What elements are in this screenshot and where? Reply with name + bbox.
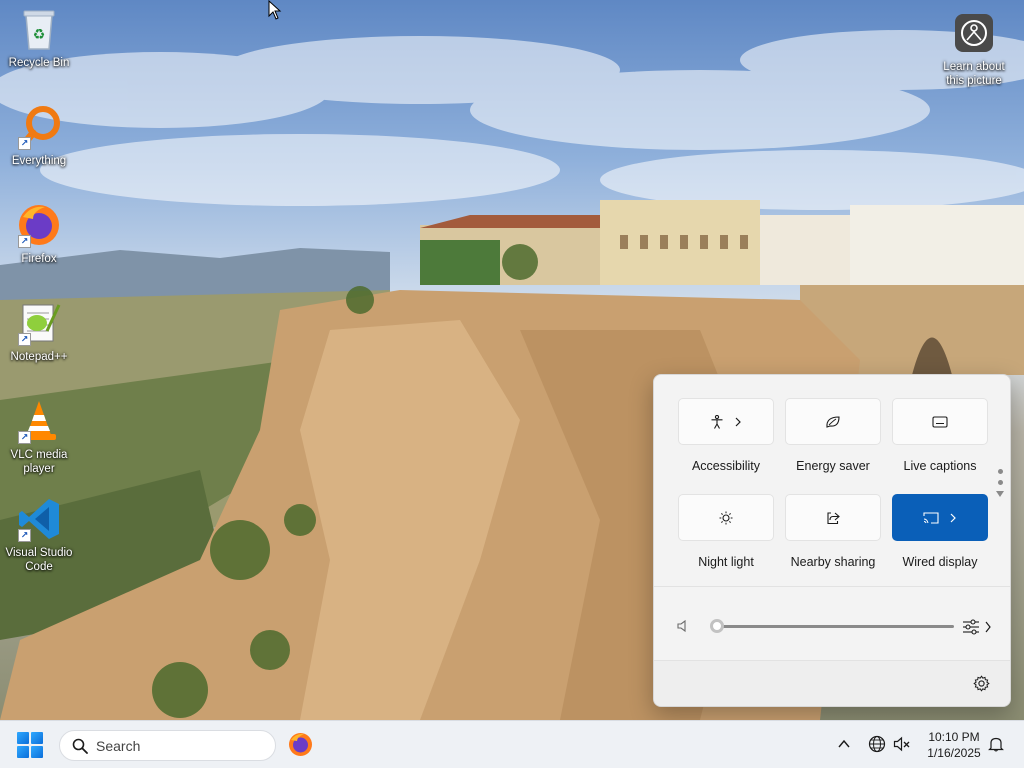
- start-button[interactable]: [17, 732, 45, 760]
- tile-accessibility-group: Accessibility: [678, 398, 774, 478]
- energy-saver-leaf-icon: [826, 415, 840, 428]
- notepad-plus-plus-icon: ↗: [16, 300, 62, 346]
- recycle-bin-icon: ♻: [16, 6, 62, 52]
- panel-divider: [654, 586, 1010, 587]
- chevron-right-icon[interactable]: [984, 621, 992, 633]
- windows-logo-icon: [17, 746, 29, 758]
- taskbar-clock[interactable]: 10:10 PM 1/16/2025: [916, 729, 992, 761]
- tile-wired-display[interactable]: [892, 494, 988, 541]
- windows-logo-icon: [31, 746, 43, 758]
- tile-nearby-sharing-group: Nearby sharing: [785, 494, 881, 574]
- clock-time: 10:10 PM: [928, 730, 980, 744]
- tile-label: Nearby sharing: [790, 555, 876, 569]
- desktop-icon-learn-about-picture[interactable]: Learn about this picture: [936, 10, 1012, 88]
- clock-date: 1/16/2025: [927, 746, 981, 760]
- desktop-icon-vlc[interactable]: ↗ VLC media player: [1, 398, 77, 476]
- chevron-right-icon[interactable]: [734, 417, 742, 427]
- tile-label: Live captions: [903, 459, 977, 473]
- desktop-icon-label: Recycle Bin: [8, 57, 70, 69]
- shortcut-arrow-icon: ↗: [18, 529, 31, 542]
- page-down-arrow-icon[interactable]: [996, 491, 1004, 497]
- desktop-icon-vscode[interactable]: ↗ Visual Studio Code: [1, 496, 77, 574]
- shortcut-arrow-icon: ↗: [18, 235, 31, 248]
- tile-night-light[interactable]: [678, 494, 774, 541]
- volume-muted-tray-icon[interactable]: [893, 735, 911, 753]
- page-dot[interactable]: [997, 469, 1003, 474]
- captions-icon: [932, 415, 948, 428]
- shortcut-arrow-icon: ↗: [18, 137, 31, 150]
- desktop-icon-label: VLC media player: [10, 449, 68, 475]
- desktop-icon-everything[interactable]: ↗ Everything: [1, 104, 77, 168]
- speaker-muted-icon[interactable]: [676, 619, 690, 633]
- tile-night-light-group: Night light: [678, 494, 774, 574]
- search-placeholder: Search: [96, 737, 141, 754]
- tile-label: Accessibility: [691, 459, 761, 473]
- tile-label: Energy saver: [796, 459, 870, 473]
- desktop-icon-firefox[interactable]: ↗ Firefox: [1, 202, 77, 266]
- volume-slider-thumb[interactable]: [710, 619, 724, 633]
- mouse-cursor-icon: [268, 0, 282, 20]
- footer-divider: [654, 660, 1010, 661]
- tile-energy-saver[interactable]: [785, 398, 881, 445]
- chevron-right-icon[interactable]: [949, 513, 957, 523]
- tile-label: Wired display: [902, 555, 978, 569]
- everything-search-icon: ↗: [16, 104, 62, 150]
- taskbar-search-box[interactable]: Search: [59, 730, 276, 761]
- notification-bell-icon[interactable]: [988, 736, 1004, 752]
- desktop-icon-label: Visual Studio Code: [5, 547, 73, 573]
- desktop-icon-label: Everything: [11, 155, 67, 167]
- taskbar: Search 10:10 PM 1/16/2025: [0, 720, 1024, 768]
- tile-nearby-sharing[interactable]: [785, 494, 881, 541]
- page-dot[interactable]: [997, 480, 1003, 485]
- tile-live-captions[interactable]: [892, 398, 988, 445]
- volume-slider-track[interactable]: [718, 625, 954, 628]
- desktop-icon-recycle-bin[interactable]: ♻ Recycle Bin: [1, 6, 77, 70]
- taskbar-firefox-icon[interactable]: [288, 732, 313, 757]
- accessibility-icon: [711, 414, 723, 429]
- volume-row: [676, 615, 996, 639]
- vlc-cone-icon: ↗: [16, 398, 62, 444]
- tile-live-captions-group: Live captions: [892, 398, 988, 478]
- gear-icon[interactable]: [973, 675, 990, 692]
- search-icon: [72, 738, 88, 754]
- desktop-icon-label: Firefox: [21, 253, 57, 265]
- firefox-icon: ↗: [16, 202, 62, 248]
- night-light-sun-icon: [719, 511, 733, 524]
- desktop-icon-notepad-plus-plus[interactable]: ↗ Notepad++: [1, 300, 77, 364]
- desktop-icon-label: Learn about this picture: [943, 61, 1005, 87]
- show-hidden-icons-chevron-up-icon[interactable]: [836, 736, 852, 752]
- desktop-icon-label: Notepad++: [10, 351, 68, 363]
- tile-label: Night light: [698, 555, 754, 569]
- cast-display-icon: [923, 511, 939, 524]
- svg-text:♻: ♻: [33, 27, 46, 43]
- audio-mixer-icon[interactable]: [962, 618, 980, 636]
- tile-accessibility[interactable]: [678, 398, 774, 445]
- camera-spotlight-icon: [951, 10, 997, 56]
- windows-logo-icon: [31, 732, 43, 744]
- shortcut-arrow-icon: ↗: [18, 333, 31, 346]
- quick-settings-footer: [654, 660, 1010, 706]
- share-icon: [827, 511, 840, 524]
- tile-wired-display-group: Wired display: [892, 494, 988, 574]
- tile-energy-saver-group: Energy saver: [785, 398, 881, 478]
- windows-logo-icon: [17, 732, 29, 744]
- network-globe-icon[interactable]: [868, 735, 886, 753]
- quick-settings-panel: Accessibility Energy saver Live captions: [653, 374, 1011, 707]
- vscode-icon: ↗: [16, 496, 62, 542]
- shortcut-arrow-icon: ↗: [18, 431, 31, 444]
- tiles-pager[interactable]: [996, 469, 1004, 497]
